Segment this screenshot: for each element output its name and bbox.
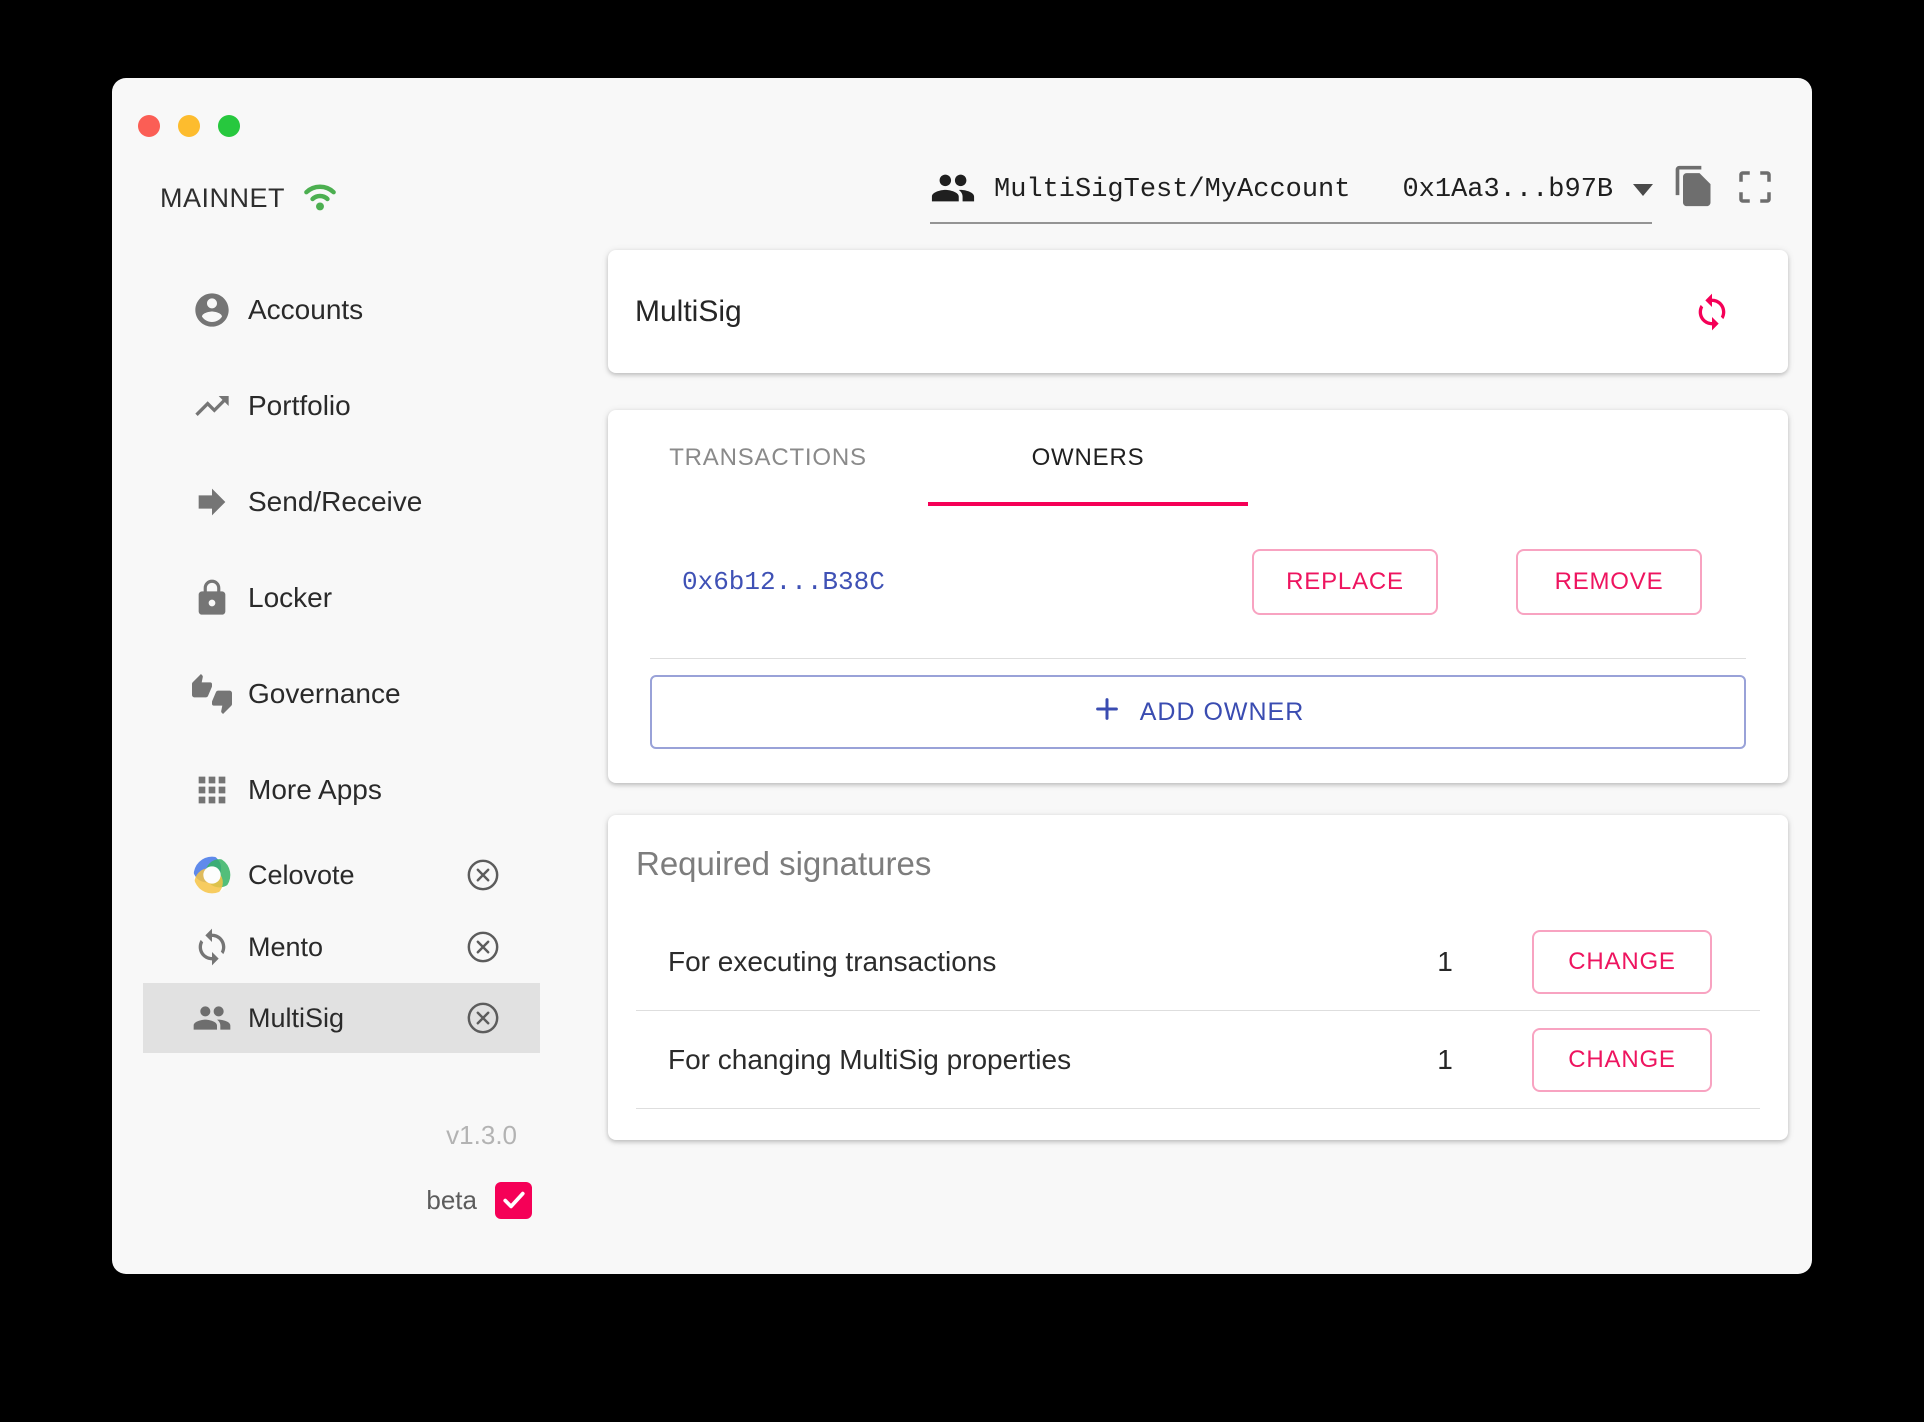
sidebar-item-send-receive[interactable]: Send/Receive bbox=[143, 474, 540, 530]
people-icon bbox=[930, 165, 976, 216]
close-app-icon[interactable] bbox=[466, 1001, 500, 1035]
sidebar-item-accounts[interactable]: Accounts bbox=[143, 282, 540, 338]
sidebar-item-governance[interactable]: Governance bbox=[143, 666, 540, 722]
sidebar-item-locker[interactable]: Locker bbox=[143, 570, 540, 626]
network-label: MAINNET bbox=[160, 182, 285, 213]
close-window-button[interactable] bbox=[138, 115, 160, 137]
signature-row-properties: For changing MultiSig properties 1 CHANG… bbox=[636, 1011, 1760, 1109]
required-signatures-title: Required signatures bbox=[636, 845, 932, 882]
account-address: 0x1Aa3...b97B bbox=[1402, 175, 1614, 205]
add-owner-button[interactable]: ADD OWNER bbox=[650, 675, 1746, 749]
app-window: MAINNET MultiSigTest/MyAccount 0x1Aa3...… bbox=[112, 78, 1812, 1274]
thumbs-up-down-icon bbox=[192, 674, 232, 714]
zoom-window-button[interactable] bbox=[218, 115, 240, 137]
multisig-header-card: MultiSig bbox=[608, 250, 1788, 373]
sidebar-item-mento[interactable]: Mento bbox=[143, 915, 540, 979]
required-signatures-card: Required signatures For executing transa… bbox=[608, 815, 1788, 1140]
tab-bar: TRANSACTIONS OWNERS bbox=[608, 410, 1788, 506]
replace-owner-button[interactable]: REPLACE bbox=[1252, 549, 1438, 615]
arrow-forward-icon bbox=[192, 482, 232, 522]
owner-address-link[interactable]: 0x6b12...B38C bbox=[682, 567, 885, 597]
beta-toggle-row: beta bbox=[342, 1180, 532, 1220]
trending-up-icon bbox=[192, 386, 232, 426]
sidebar-item-multisig[interactable]: MultiSig bbox=[143, 983, 540, 1053]
account-name: MultiSigTest/MyAccount bbox=[994, 175, 1351, 205]
sidebar-item-label: Governance bbox=[248, 678, 401, 709]
close-app-icon[interactable] bbox=[466, 930, 500, 964]
apps-grid-icon bbox=[192, 770, 232, 810]
sync-icon bbox=[192, 927, 232, 967]
sidebar-item-label: Celovote bbox=[248, 859, 355, 890]
owners-card: TRANSACTIONS OWNERS 0x6b12...B38C REPLAC… bbox=[608, 410, 1788, 783]
sidebar-item-label: Portfolio bbox=[248, 390, 351, 421]
beta-checkbox[interactable] bbox=[495, 1181, 532, 1219]
wifi-icon bbox=[301, 180, 339, 217]
sidebar-item-label: Accounts bbox=[248, 294, 364, 325]
change-properties-button[interactable]: CHANGE bbox=[1532, 1027, 1712, 1092]
remove-owner-button[interactable]: REMOVE bbox=[1516, 549, 1702, 615]
window-controls bbox=[138, 115, 240, 137]
tab-transactions[interactable]: TRANSACTIONS bbox=[608, 410, 928, 506]
fullscreen-icon[interactable] bbox=[1734, 166, 1776, 208]
copy-address-button[interactable] bbox=[1672, 164, 1716, 208]
lock-icon bbox=[192, 578, 232, 618]
app-version: v1.3.0 bbox=[446, 1120, 517, 1150]
sidebar-item-label: Locker bbox=[248, 582, 333, 613]
chevron-down-icon bbox=[1633, 184, 1654, 196]
sidebar-item-label: More Apps bbox=[248, 774, 382, 805]
people-icon bbox=[192, 998, 232, 1038]
sidebar-item-more-apps[interactable]: More Apps bbox=[143, 762, 540, 818]
beta-label: beta bbox=[426, 1184, 477, 1215]
refresh-icon[interactable] bbox=[1692, 292, 1732, 332]
tab-owners[interactable]: OWNERS bbox=[928, 410, 1248, 506]
sidebar-item-celovote[interactable]: Celovote bbox=[143, 843, 540, 907]
signature-count: 1 bbox=[1437, 945, 1453, 977]
sidebar-item-portfolio[interactable]: Portfolio bbox=[143, 378, 540, 434]
signature-row-label: For executing transactions bbox=[668, 945, 997, 977]
sidebar-item-label: MultiSig bbox=[248, 1002, 345, 1033]
plus-icon bbox=[1092, 694, 1122, 731]
celovote-logo bbox=[192, 855, 232, 895]
signature-row-executing: For executing transactions 1 CHANGE bbox=[636, 913, 1760, 1011]
minimize-window-button[interactable] bbox=[178, 115, 200, 137]
close-app-icon[interactable] bbox=[466, 858, 500, 892]
account-circle-icon bbox=[192, 290, 232, 330]
change-executing-button[interactable]: CHANGE bbox=[1532, 929, 1712, 994]
add-owner-label: ADD OWNER bbox=[1139, 697, 1305, 726]
sidebar-item-label: Send/Receive bbox=[248, 486, 423, 517]
network-status: MAINNET bbox=[160, 178, 339, 218]
signature-count: 1 bbox=[1437, 1043, 1453, 1075]
account-selector[interactable]: MultiSigTest/MyAccount 0x1Aa3...b97B bbox=[930, 158, 1654, 224]
page-title: MultiSig bbox=[635, 294, 742, 328]
sidebar-item-label: Mento bbox=[248, 931, 324, 962]
owner-row: 0x6b12...B38C REPLACE REMOVE bbox=[650, 506, 1746, 659]
active-tab-indicator bbox=[928, 502, 1248, 506]
signature-row-label: For changing MultiSig properties bbox=[668, 1043, 1072, 1075]
